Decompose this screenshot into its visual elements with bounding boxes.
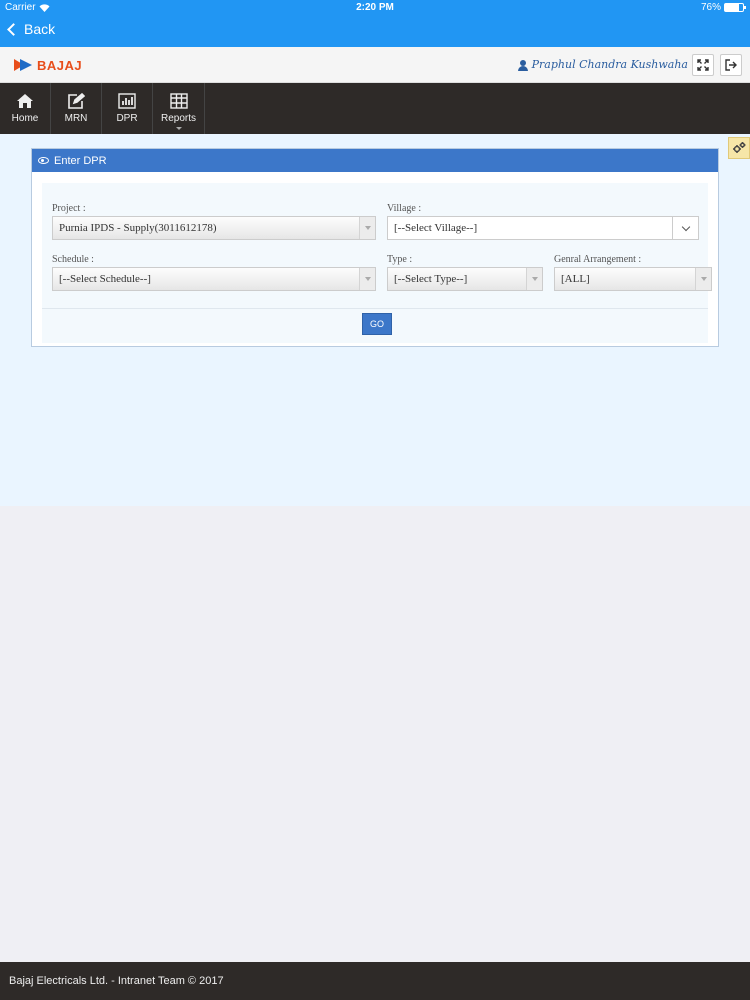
menu-item-home[interactable]: Home xyxy=(0,83,51,134)
edit-icon xyxy=(68,93,85,109)
dropdown-arrow-icon xyxy=(359,217,375,239)
schedule-value: [--Select Schedule--] xyxy=(59,273,151,285)
schedule-select[interactable]: [--Select Schedule--] xyxy=(52,267,376,291)
genral-arrangement-value: [ALL] xyxy=(561,273,590,285)
battery-percent: 76% xyxy=(700,2,721,13)
chevron-left-icon xyxy=(7,22,20,36)
battery-info: 76% xyxy=(700,2,746,13)
panel-title: Enter DPR xyxy=(54,154,107,167)
genral-arrangement-label: Genral Arrangement : xyxy=(554,254,642,265)
village-value: [--Select Village--] xyxy=(394,222,478,234)
bajaj-logo-icon xyxy=(14,59,32,71)
user-info[interactable]: Praphul Chandra Kushwaha xyxy=(517,58,688,71)
dropdown-arrow-icon xyxy=(359,268,375,290)
panel-header: Enter DPR xyxy=(32,149,718,172)
menu-label-reports: Reports xyxy=(160,113,196,124)
eye-icon xyxy=(38,157,49,164)
user-icon xyxy=(517,59,528,71)
back-button[interactable]: Back xyxy=(7,21,56,37)
user-name: Praphul Chandra Kushwaha xyxy=(531,58,688,71)
go-button[interactable]: GO xyxy=(362,313,392,335)
panel-form: Project : Purnia IPDS - Supply(301161217… xyxy=(42,183,712,343)
genral-arrangement-select[interactable]: [ALL] xyxy=(554,267,712,291)
battery-icon xyxy=(724,3,746,12)
app-header: BAJAJ Praphul Chandra Kushwaha xyxy=(0,47,750,83)
dropdown-arrow-icon xyxy=(526,268,542,290)
enter-dpr-panel: Enter DPR Project : Purnia IPDS - Supply… xyxy=(31,148,719,347)
chevron-down-icon xyxy=(672,217,698,239)
fullscreen-button[interactable] xyxy=(692,54,714,76)
village-label: Village : xyxy=(387,203,422,214)
status-time: 2:20 PM xyxy=(356,2,394,13)
menu-label-mrn: MRN xyxy=(64,113,88,124)
menu-label-dpr: DPR xyxy=(116,113,138,124)
caret-down-icon xyxy=(175,127,182,130)
menu-item-dpr[interactable]: DPR xyxy=(102,83,153,134)
menu-item-mrn[interactable]: MRN xyxy=(51,83,102,134)
type-label: Type : xyxy=(387,254,413,265)
dropdown-arrow-icon xyxy=(695,268,711,290)
type-select[interactable]: [--Select Type--] xyxy=(387,267,543,291)
logout-button[interactable] xyxy=(720,54,742,76)
back-label: Back xyxy=(24,21,56,37)
gears-icon xyxy=(733,142,746,153)
settings-toggle[interactable] xyxy=(728,137,750,159)
bar-chart-icon xyxy=(118,93,136,109)
logout-icon xyxy=(725,59,737,71)
form-divider xyxy=(42,308,708,309)
footer-text: Bajaj Electricals Ltd. - Intranet Team ©… xyxy=(9,975,224,987)
main-menu: Home MRN DPR Reports xyxy=(0,83,750,134)
ios-top-bar: Carrier 2:20 PM 76% Back xyxy=(0,0,750,47)
village-select[interactable]: [--Select Village--] xyxy=(387,216,699,240)
menu-label-home: Home xyxy=(11,113,39,124)
project-label: Project : xyxy=(52,203,86,214)
footer: Bajaj Electricals Ltd. - Intranet Team ©… xyxy=(0,962,750,1000)
type-value: [--Select Type--] xyxy=(394,273,468,285)
home-icon xyxy=(17,94,33,108)
table-icon xyxy=(169,93,188,109)
project-select[interactable]: Purnia IPDS - Supply(3011612178) xyxy=(52,216,376,240)
brand-logo: BAJAJ xyxy=(12,57,82,73)
expand-icon xyxy=(697,59,709,71)
battery-fill xyxy=(725,4,739,11)
brand-name: BAJAJ xyxy=(37,57,83,73)
project-value: Purnia IPDS - Supply(3011612178) xyxy=(59,222,217,234)
status-bar: Carrier 2:20 PM 76% xyxy=(0,0,750,16)
menu-item-reports[interactable]: Reports xyxy=(153,83,205,134)
schedule-label: Schedule : xyxy=(52,254,94,265)
